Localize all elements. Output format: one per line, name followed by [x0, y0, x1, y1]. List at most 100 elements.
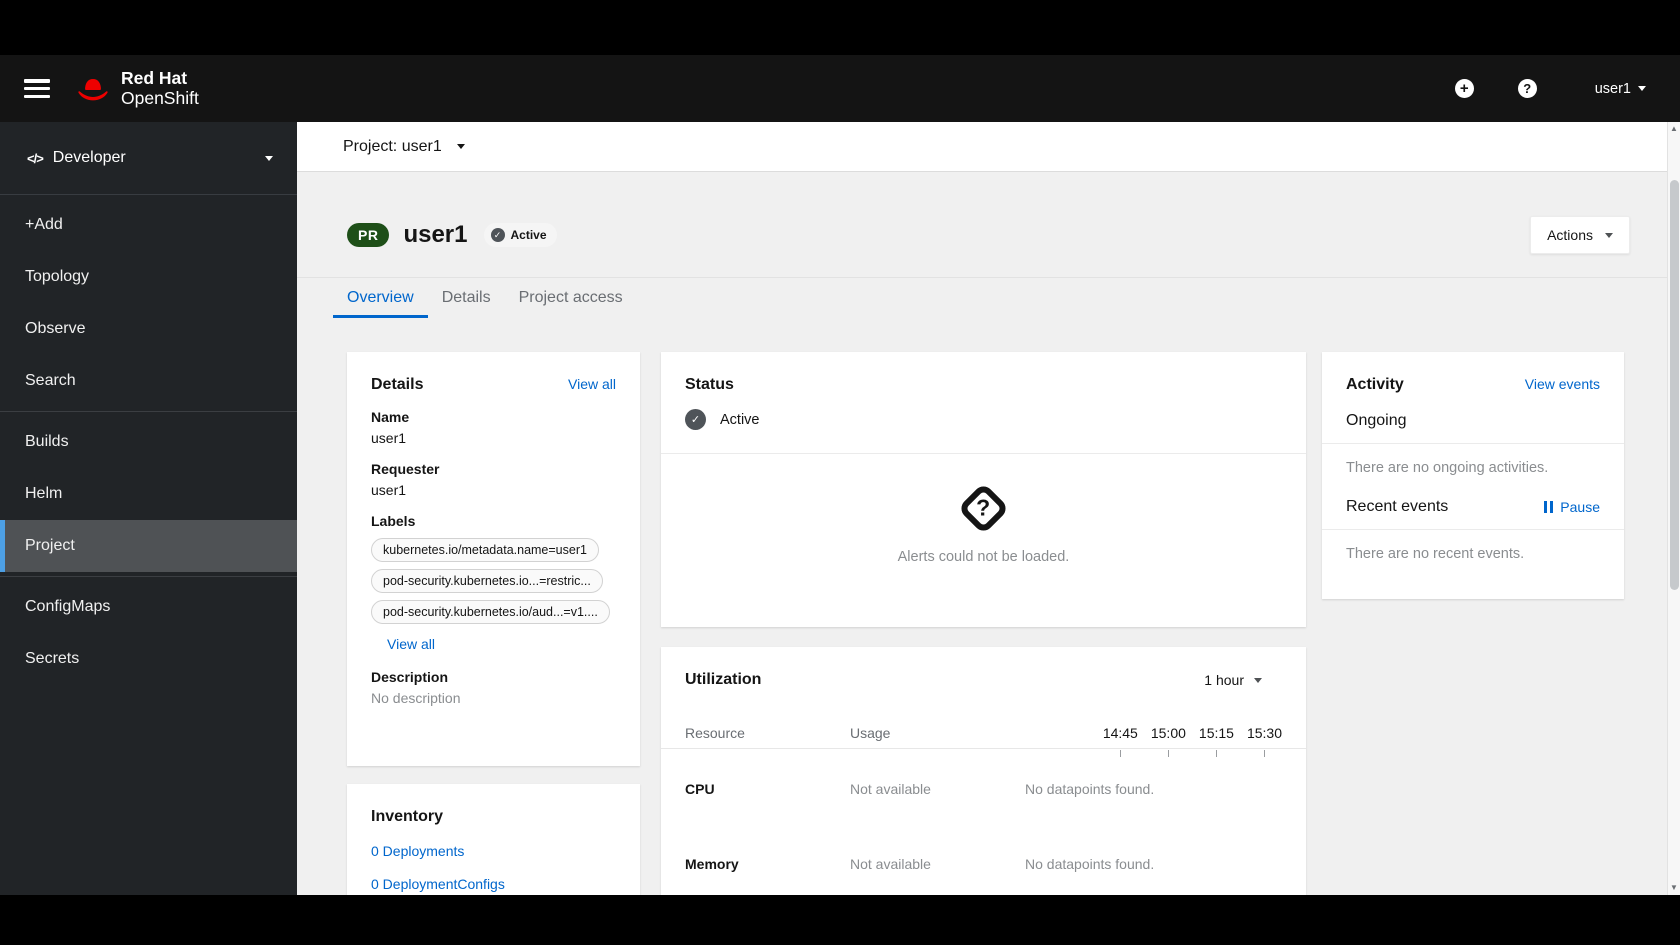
inventory-card: Inventory 0 Deployments 0 DeploymentConf…	[347, 784, 640, 895]
sidebar-nav: Developer +Add Topology Observe Search B…	[0, 122, 297, 895]
add-circle-icon[interactable]	[1454, 79, 1474, 98]
project-status-value: Active	[720, 411, 760, 428]
pause-events-button[interactable]: Pause	[1543, 499, 1600, 515]
usage-value: Not available	[850, 781, 931, 797]
pause-icon	[1543, 501, 1548, 513]
resource-column-header: Resource	[685, 725, 745, 741]
details-view-all-link[interactable]: View all	[568, 376, 616, 392]
help-icon[interactable]	[1517, 79, 1537, 98]
name-label: Name	[371, 409, 410, 425]
user-menu-label: user1	[1594, 80, 1631, 97]
details-card: Details View all Name user1 Requester us…	[347, 352, 640, 766]
app-body: Developer +Add Topology Observe Search B…	[0, 122, 1680, 895]
utilization-card-title: Utilization	[685, 671, 762, 688]
chevron-down-icon	[456, 144, 465, 149]
duration-dropdown[interactable]: 1 hour	[1204, 672, 1262, 688]
name-value: user1	[371, 430, 407, 446]
scroll-up-arrow-icon[interactable]	[1670, 122, 1678, 136]
time-tick-label: 14:45	[1103, 725, 1138, 757]
datapoints-message: No datapoints found.	[1025, 856, 1155, 872]
resource-name: CPU	[685, 781, 715, 797]
deployments-link[interactable]: 0 Deployments	[371, 843, 616, 859]
pause-button-label: Pause	[1560, 499, 1600, 515]
dashboard-column-2: Status Active Alerts could not be loaded…	[661, 352, 1306, 895]
sidebar-item-observe[interactable]: Observe	[0, 303, 297, 355]
dashboard-column-3: Activity View events Ongoing There are n…	[1322, 352, 1624, 599]
project-selector-dropdown[interactable]: Project: user1	[343, 138, 465, 156]
chevron-down-icon	[1638, 86, 1646, 91]
nav-group-2: Builds Helm Project	[0, 411, 297, 576]
check-circle-icon	[490, 228, 505, 242]
project-resource-badge: PR	[347, 223, 390, 247]
deploymentconfigs-link[interactable]: 0 DeploymentConfigs	[371, 876, 616, 892]
tabs-bar: Overview Details Project access	[297, 277, 1680, 318]
dashboard-column-1: Details View all Name user1 Requester us…	[347, 352, 640, 895]
utilization-row-cpu: CPU Not available No datapoints found.	[685, 781, 1282, 797]
vertical-scrollbar[interactable]	[1667, 122, 1680, 895]
perspective-switcher[interactable]: Developer	[0, 122, 297, 195]
duration-dropdown-label: 1 hour	[1204, 672, 1244, 688]
tab-overview[interactable]: Overview	[333, 278, 428, 318]
utilization-table-header: Resource Usage 14:45 15:00 15:15 15:30	[685, 725, 1282, 757]
requester-value: user1	[371, 482, 407, 498]
sidebar-item-helm[interactable]: Helm	[0, 468, 297, 520]
label-chip-list: kubernetes.io/metadata.name=user1 pod-se…	[371, 538, 616, 624]
project-status-row: Active	[685, 409, 1282, 430]
sidebar-item-secrets[interactable]: Secrets	[0, 633, 297, 685]
recent-events-title: Recent events	[1346, 498, 1449, 515]
sidebar-item-builds[interactable]: Builds	[0, 416, 297, 468]
sidebar-item-project[interactable]: Project	[0, 520, 297, 572]
check-circle-icon	[685, 409, 706, 430]
menu-toggle-icon[interactable]	[24, 79, 50, 98]
chevron-down-icon	[265, 155, 273, 161]
nav-group-1: +Add Topology Observe Search	[0, 195, 297, 411]
axis-tick	[1264, 750, 1266, 757]
details-card-title: Details	[371, 376, 424, 393]
brand-text: Red Hat OpenShift	[121, 68, 199, 108]
sidebar-item-topology[interactable]: Topology	[0, 251, 297, 303]
labels-view-all-link[interactable]: View all	[387, 636, 435, 652]
usage-column-header: Usage	[850, 725, 891, 741]
page-header: PR user1 Active Actions	[297, 172, 1680, 254]
page-title: user1	[403, 221, 468, 248]
scroll-down-arrow-icon[interactable]	[1670, 881, 1678, 895]
sidebar-item-search[interactable]: Search	[0, 355, 297, 407]
divider	[661, 453, 1306, 454]
time-tick-label: 15:00	[1151, 725, 1186, 757]
bottom-letterbox	[0, 895, 1680, 945]
chevron-down-icon	[1605, 232, 1613, 238]
actions-button-label: Actions	[1547, 227, 1593, 243]
sidebar-item-configmaps[interactable]: ConfigMaps	[0, 581, 297, 633]
project-toolbar: Project: user1	[297, 122, 1680, 172]
description-label: Description	[371, 669, 449, 685]
sidebar-item-add[interactable]: +Add	[0, 199, 297, 251]
time-tick-label: 15:15	[1199, 725, 1234, 757]
label-chip: kubernetes.io/metadata.name=user1	[371, 538, 599, 562]
masthead: Red Hat OpenShift user1	[0, 55, 1680, 122]
tab-details[interactable]: Details	[428, 278, 505, 318]
perspective-label: Developer	[52, 149, 126, 166]
user-menu[interactable]: user1	[1595, 81, 1646, 97]
scrollbar-thumb[interactable]	[1670, 180, 1679, 590]
nav-group-3: ConfigMaps Secrets	[0, 576, 297, 689]
utilization-row-memory: Memory Not available No datapoints found…	[685, 856, 1282, 872]
description-value: No description	[371, 690, 461, 706]
divider	[1322, 529, 1624, 530]
usage-value: Not available	[850, 856, 931, 872]
datapoints-message: No datapoints found.	[1025, 781, 1155, 797]
project-selector-label: Project: user1	[343, 137, 442, 155]
view-events-link[interactable]: View events	[1525, 376, 1600, 392]
recent-empty-message: There are no recent events.	[1346, 546, 1525, 562]
labels-label: Labels	[371, 513, 416, 529]
masthead-utilities: user1	[1454, 79, 1646, 98]
page-content: PR user1 Active Actions Overview Details	[297, 172, 1680, 895]
brand-line2: OpenShift	[121, 87, 199, 108]
actions-button[interactable]: Actions	[1530, 216, 1630, 254]
main-area: Project: user1 PR user1 Active Actions	[297, 122, 1680, 895]
ongoing-empty-message: There are no ongoing activities.	[1346, 460, 1549, 476]
ongoing-section-title: Ongoing	[1346, 412, 1407, 429]
axis-tick	[1168, 750, 1170, 757]
unknown-status-icon	[957, 482, 1010, 535]
utilization-card: Utilization 1 hour Resource Usage 14:45 …	[661, 647, 1306, 895]
tab-project-access[interactable]: Project access	[505, 278, 637, 318]
